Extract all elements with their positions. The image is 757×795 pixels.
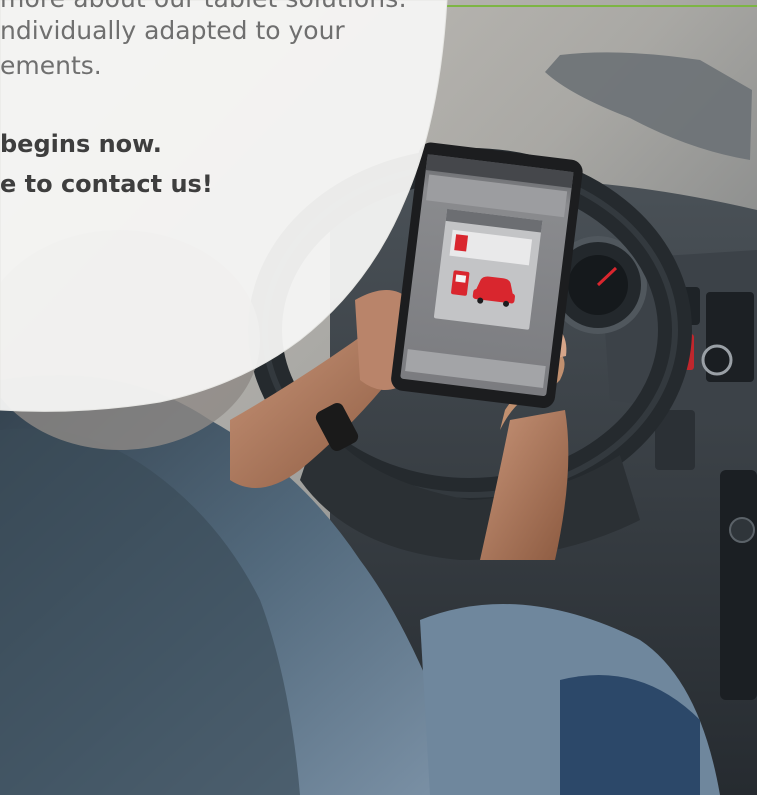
copy-headline-2: e to contact us! [0,170,213,198]
copy-line-3: ements. [0,51,102,80]
speech-bubble [0,0,448,412]
copy-line-2: ndividually adapted to your [0,16,345,45]
copy-headline-1: begins now. [0,130,162,158]
brochure-page: more about our tablet solutions: ndividu… [0,0,757,795]
copy-line-1: more about our tablet solutions: [0,0,407,13]
